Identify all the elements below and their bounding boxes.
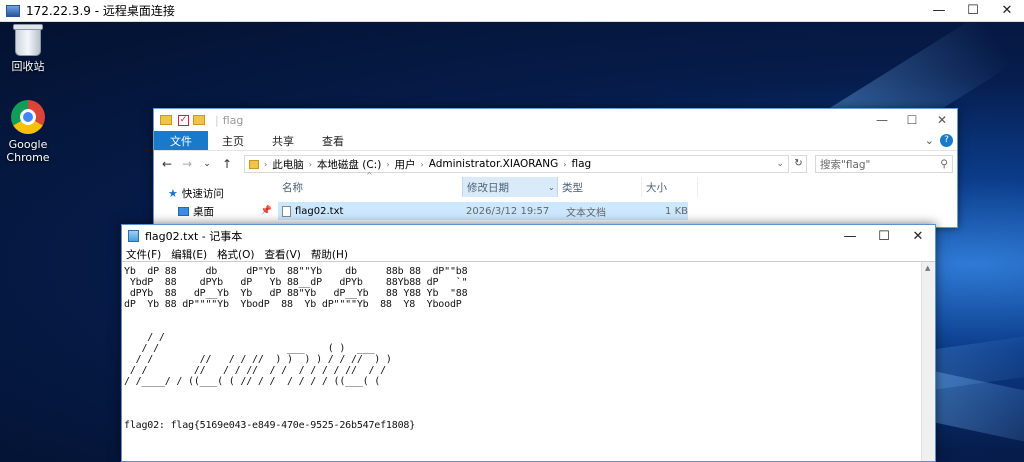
nav-quick-access[interactable]: ★ 快速访问 <box>168 185 278 201</box>
file-size: 1 KB <box>665 205 688 217</box>
star-icon: ★ <box>168 186 178 200</box>
crumb-separator: › <box>308 159 312 169</box>
file-name: flag02.txt <box>295 205 344 217</box>
new-folder-icon[interactable] <box>193 115 205 125</box>
address-bar[interactable]: › 此电脑 › 本地磁盘 (C:) › 用户 › Administrator.X… <box>244 155 789 173</box>
recent-locations-button[interactable]: ⌄ <box>198 159 216 169</box>
notepad-title-bar: flag02.txt - 记事本 — ☐ ✕ <box>122 225 935 247</box>
ribbon-expand-icon[interactable]: ⌄ <box>925 134 934 147</box>
file-row-flag02[interactable]: flag02.txt 2026/3/12 19:57 文本文档 1 KB <box>278 202 688 220</box>
breadcrumb-administrator[interactable]: Administrator.XIAORANG <box>429 158 559 170</box>
breadcrumb-users[interactable]: 用户 <box>395 157 416 172</box>
search-icon: ⚲ <box>940 158 948 170</box>
crumb-separator: › <box>386 159 390 169</box>
tab-view[interactable]: 查看 <box>308 131 358 150</box>
title-separator: | <box>215 113 219 127</box>
tab-home[interactable]: 主页 <box>208 131 258 150</box>
menu-format[interactable]: 格式(O) <box>217 247 254 261</box>
rdp-title-bar: 172.22.3.9 - 远程桌面连接 — ☐ ✕ <box>0 0 1024 22</box>
desktop-icon-recycle-bin[interactable]: 回收站 <box>0 24 56 73</box>
address-folder-icon <box>249 159 259 169</box>
ribbon-tabs: 文件 主页 共享 查看 ⌄ ? <box>154 131 957 151</box>
explorer-close-button[interactable]: ✕ <box>927 109 957 131</box>
explorer-minimize-button[interactable]: — <box>867 109 897 131</box>
column-date-modified[interactable]: 修改日期 <box>462 177 548 197</box>
text-file-icon <box>282 205 291 217</box>
notepad-title: flag02.txt - 记事本 <box>145 230 243 243</box>
crumb-separator: › <box>420 159 424 169</box>
menu-edit[interactable]: 编辑(E) <box>171 247 207 261</box>
column-headers: 名称 修改日期 ⌄ 类型 大小 <box>278 177 957 197</box>
remote-desktop-icon <box>6 4 20 17</box>
scroll-up-icon[interactable]: ▲ <box>925 264 930 272</box>
rdp-maximize-button[interactable]: ☐ <box>956 0 990 22</box>
column-date-dropdown-icon[interactable]: ⌄ <box>548 177 558 197</box>
notepad-text-area[interactable]: Yb dP 88 db dP"Yb 88""Yb db 88b 88 dP""b… <box>122 261 935 461</box>
notepad-icon <box>128 230 139 242</box>
help-icon[interactable]: ? <box>940 134 953 147</box>
nav-quick-access-label: 快速访问 <box>181 187 224 200</box>
recycle-bin-icon <box>13 24 43 56</box>
tab-file[interactable]: 文件 <box>154 131 208 150</box>
rdp-title: 172.22.3.9 - 远程桌面连接 <box>26 4 175 18</box>
folder-icon <box>160 115 172 125</box>
pin-icon[interactable]: 📌 <box>261 206 272 216</box>
breadcrumb-local-disk[interactable]: 本地磁盘 (C:) <box>317 157 381 172</box>
tab-share[interactable]: 共享 <box>258 131 308 150</box>
refresh-button[interactable]: ↻ <box>791 155 807 173</box>
notepad-content: Yb dP 88 db dP"Yb 88""Yb db 88b 88 dP""b… <box>124 266 468 431</box>
address-row: ← → ⌄ ↑ › 此电脑 › 本地磁盘 (C:) › 用户 › Adminis… <box>154 151 957 177</box>
explorer-maximize-button[interactable]: ☐ <box>897 109 927 131</box>
properties-icon[interactable]: ✓ <box>178 114 189 126</box>
desktop-folder-icon <box>178 206 189 216</box>
notepad-menu-bar: 文件(F) 编辑(E) 格式(O) 查看(V) 帮助(H) <box>122 247 935 261</box>
menu-file[interactable]: 文件(F) <box>126 247 161 261</box>
back-button[interactable]: ← <box>158 157 176 171</box>
address-dropdown-icon[interactable]: ⌄ <box>776 159 784 169</box>
chrome-label-line1: Google <box>8 138 48 151</box>
notepad-maximize-button[interactable]: ☐ <box>867 225 901 247</box>
vertical-scrollbar[interactable]: ▲ <box>921 262 935 461</box>
nav-desktop[interactable]: 桌面 📌 <box>168 203 278 219</box>
notepad-window: flag02.txt - 记事本 — ☐ ✕ 文件(F) 编辑(E) 格式(O)… <box>121 224 936 462</box>
nav-desktop-label: 桌面 <box>193 205 214 218</box>
explorer-body: ★ 快速访问 桌面 📌 名称 修改日期 ⌄ 类型 大小 flag02.txt 2… <box>154 177 957 229</box>
search-input[interactable]: 搜索"flag" ⚲ <box>815 155 953 173</box>
file-date: 2026/3/12 19:57 <box>466 205 550 217</box>
navigation-pane: ★ 快速访问 桌面 📌 <box>154 177 278 229</box>
notepad-minimize-button[interactable]: — <box>833 225 867 247</box>
search-placeholder: 搜索"flag" <box>820 158 871 171</box>
crumb-separator: › <box>264 159 268 169</box>
recycle-bin-label: 回收站 <box>11 60 45 73</box>
file-explorer-window: ✓ | flag — ☐ ✕ 文件 主页 共享 查看 ⌄ ? ← → ⌄ ↑ ›… <box>153 108 958 228</box>
desktop-icon-chrome[interactable]: Google Chrome <box>0 100 56 164</box>
column-size[interactable]: 大小 <box>642 177 698 197</box>
forward-button[interactable]: → <box>178 157 196 171</box>
menu-help[interactable]: 帮助(H) <box>311 247 348 261</box>
column-name[interactable]: 名称 <box>278 177 462 197</box>
rdp-minimize-button[interactable]: — <box>922 0 956 22</box>
breadcrumb-this-pc[interactable]: 此电脑 <box>272 157 304 172</box>
rdp-close-button[interactable]: ✕ <box>990 0 1024 22</box>
up-button[interactable]: ↑ <box>218 157 236 171</box>
crumb-separator: › <box>563 159 567 169</box>
explorer-title: flag <box>222 113 244 127</box>
chrome-label-line2: Chrome <box>6 151 50 164</box>
breadcrumb-flag[interactable]: flag <box>571 158 591 170</box>
explorer-title-bar: ✓ | flag — ☐ ✕ <box>154 109 957 131</box>
menu-view[interactable]: 查看(V) <box>265 247 301 261</box>
column-type[interactable]: 类型 <box>558 177 642 197</box>
chrome-icon <box>11 100 45 134</box>
sort-indicator-icon: ^ <box>366 171 373 180</box>
file-list: 名称 修改日期 ⌄ 类型 大小 flag02.txt 2026/3/12 19:… <box>278 177 957 229</box>
notepad-close-button[interactable]: ✕ <box>901 225 935 247</box>
file-type: 文本文档 <box>566 207 606 219</box>
